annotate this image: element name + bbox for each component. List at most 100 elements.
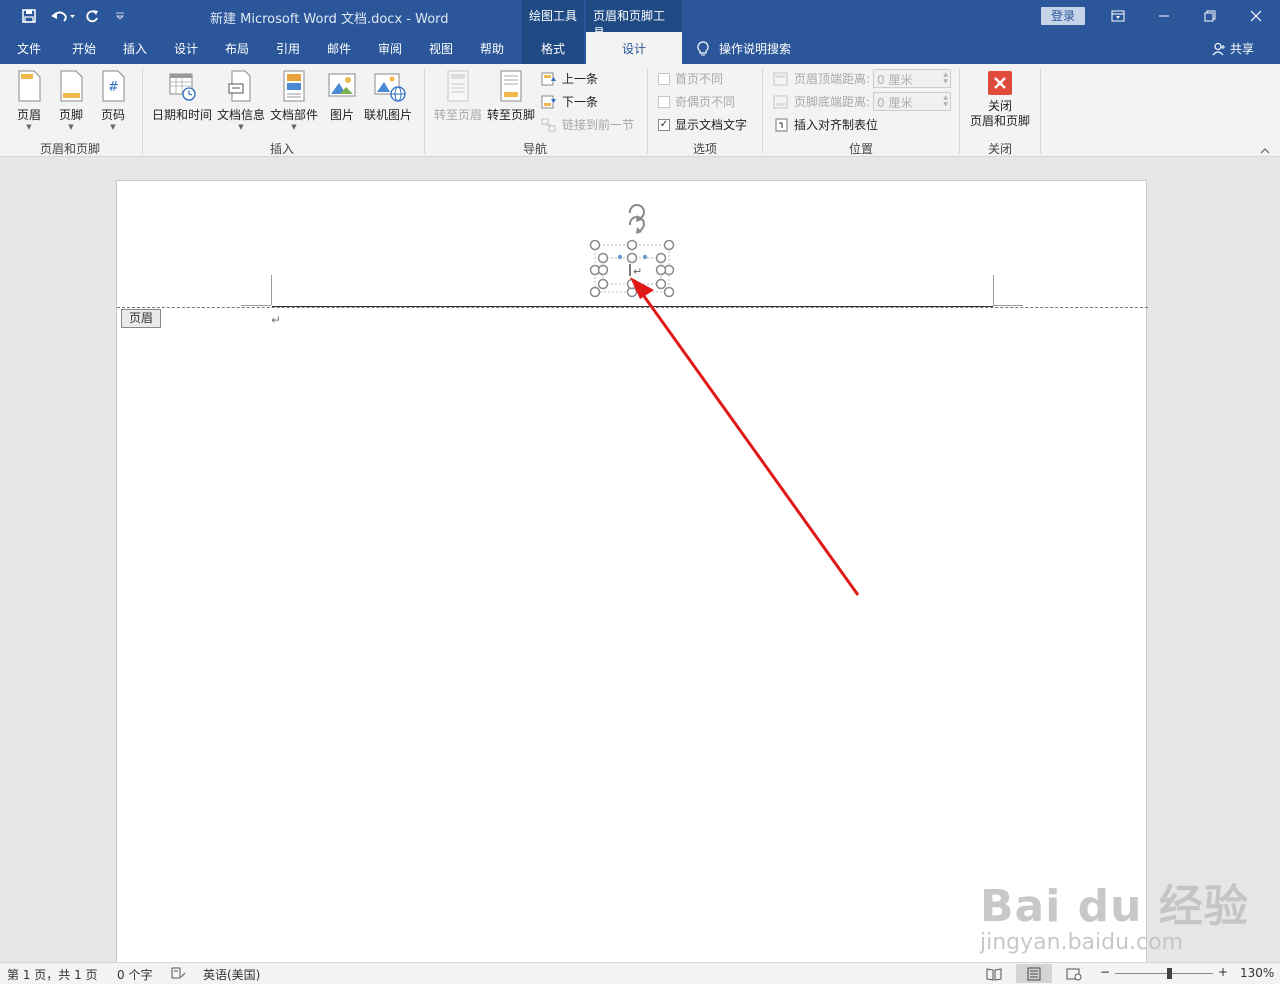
- tab-review[interactable]: 审阅: [378, 40, 402, 57]
- tab-insert[interactable]: 插入: [123, 40, 147, 57]
- proofing-icon[interactable]: [170, 966, 186, 983]
- undo-icon[interactable]: [48, 6, 78, 26]
- page-number-button[interactable]: # 页码 ▼: [94, 70, 132, 131]
- group-label-options: 选项: [692, 142, 717, 156]
- footer-position-icon: [773, 95, 788, 108]
- tab-view[interactable]: 视图: [429, 40, 453, 57]
- previous-section-button[interactable]: 上一条: [541, 70, 598, 87]
- different-odd-even-checkbox[interactable]: 奇偶页不同: [658, 93, 735, 110]
- header-position-icon: [773, 72, 788, 85]
- ribbon: 页眉 ▼ 页脚 ▼ # 页码 ▼ 页眉和页脚 日期和时间 文档信息 ▼ 文档部件: [0, 64, 1280, 157]
- chevron-down-icon: ▼: [291, 123, 297, 131]
- link-to-previous-button[interactable]: 链接到前一节: [541, 116, 634, 133]
- different-first-page-checkbox[interactable]: 首页不同: [658, 70, 723, 87]
- spin-arrows-icon[interactable]: ▲ ▼: [943, 94, 948, 108]
- different-first-page-label: 首页不同: [675, 72, 724, 86]
- insert-alignment-tab-button[interactable]: 插入对齐制表位: [775, 116, 878, 133]
- document-title: 新建 Microsoft Word 文档.docx - Word: [210, 12, 449, 27]
- date-time-button[interactable]: 日期和时间: [150, 70, 214, 123]
- tab-file[interactable]: 文件: [17, 40, 41, 57]
- document-info-button[interactable]: 文档信息 ▼: [216, 70, 266, 131]
- group-separator: [142, 68, 143, 154]
- share-label: 共享: [1230, 42, 1255, 56]
- save-icon[interactable]: [18, 6, 40, 26]
- tab-format[interactable]: 格式: [522, 32, 584, 64]
- goto-header-icon: [444, 70, 472, 102]
- minimize-icon[interactable]: [1141, 0, 1187, 32]
- footer-page-icon: [57, 70, 85, 102]
- footer-from-bottom-value: 0 厘米: [877, 96, 913, 110]
- word-count[interactable]: 0 个字: [117, 966, 152, 983]
- close-red-x-icon: [987, 70, 1013, 96]
- tab-references[interactable]: 引用: [276, 40, 300, 57]
- zoom-level[interactable]: 130%: [1240, 966, 1274, 980]
- group-label-header-footer: 页眉和页脚: [39, 142, 100, 156]
- baidu-watermark: Bai du 经验 jingyan.baidu.com: [980, 870, 1249, 955]
- zoom-out-icon[interactable]: −: [1100, 965, 1110, 979]
- ribbon-tabs: 文件 开始 插入 设计 布局 引用 邮件 审阅 视图 帮助 格式 设计 操作说明…: [0, 32, 1280, 64]
- check-mark-icon: ✓: [658, 118, 670, 131]
- close-window-icon[interactable]: [1233, 0, 1279, 32]
- chevron-down-icon: ▼: [26, 123, 32, 131]
- different-odd-even-label: 奇偶页不同: [675, 95, 736, 109]
- print-layout-icon[interactable]: [1016, 964, 1052, 983]
- goto-header-button[interactable]: 转至页眉: [432, 70, 484, 123]
- footer-button[interactable]: 页脚 ▼: [52, 70, 90, 131]
- language[interactable]: 英语(美国): [203, 966, 260, 983]
- share-button[interactable]: 共享: [1212, 40, 1254, 57]
- group-separator: [762, 68, 763, 154]
- quick-parts-button[interactable]: 文档部件 ▼: [268, 70, 320, 131]
- svg-text:#: #: [108, 80, 119, 95]
- zoom-in-icon[interactable]: +: [1218, 965, 1228, 979]
- checkbox-box: [658, 72, 670, 85]
- header-label: 页眉: [16, 108, 41, 122]
- tab-mailings[interactable]: 邮件: [327, 40, 351, 57]
- read-mode-icon[interactable]: [976, 964, 1012, 983]
- goto-header-label: 转至页眉: [433, 108, 482, 122]
- picture-icon: [328, 70, 356, 102]
- ribbon-display-options-icon[interactable]: [1095, 0, 1141, 32]
- zoom-slider-track[interactable]: [1115, 973, 1213, 974]
- tell-me-search[interactable]: 操作说明搜索: [697, 40, 791, 57]
- next-section-button[interactable]: 下一条: [541, 93, 598, 110]
- show-document-text-checkbox[interactable]: ✓ 显示文档文字: [658, 116, 747, 133]
- page-count[interactable]: 第 1 页，共 1 页: [7, 966, 98, 983]
- web-layout-icon[interactable]: [1056, 964, 1092, 983]
- date-time-label: 日期和时间: [151, 108, 212, 122]
- header-from-top-label-group: 页眉顶端距离:: [773, 70, 870, 87]
- header-button[interactable]: 页眉 ▼: [10, 70, 48, 131]
- online-picture-icon: [374, 70, 406, 102]
- redo-icon[interactable]: [82, 6, 102, 26]
- close-label-line2: 页眉和页脚: [969, 114, 1030, 128]
- margin-mark: [241, 305, 271, 306]
- goto-footer-button[interactable]: 转至页脚: [485, 70, 537, 123]
- margin-mark: [993, 305, 1023, 306]
- zoom-slider-thumb[interactable]: [1166, 968, 1172, 979]
- header-page-icon: [15, 70, 43, 102]
- annotation-arrow: [630, 277, 860, 596]
- title-bar: 新建 Microsoft Word 文档.docx - Word 绘图工具 页眉…: [0, 0, 1280, 40]
- customize-qat-icon[interactable]: [112, 6, 128, 26]
- header-from-top-input[interactable]: 0 厘米 ▲ ▼: [873, 69, 951, 88]
- status-bar: 第 1 页，共 1 页 0 个字 英语(美国) − + 130%: [0, 962, 1280, 984]
- alignment-tab-icon: [775, 118, 788, 131]
- tab-header-footer-design[interactable]: 设计: [586, 32, 682, 64]
- restore-icon[interactable]: [1187, 0, 1233, 32]
- document-area[interactable]: 页眉 ↵ ↵: [0, 157, 1280, 962]
- quick-parts-label: 文档部件: [269, 108, 318, 122]
- tab-layout[interactable]: 布局: [225, 40, 249, 57]
- footer-from-bottom-input[interactable]: 0 厘米 ▲ ▼: [873, 92, 951, 111]
- close-label-line1: 关闭: [987, 99, 1012, 113]
- margin-mark: [993, 275, 994, 305]
- tab-design[interactable]: 设计: [174, 40, 198, 57]
- header-tag: 页眉: [121, 309, 161, 328]
- collapse-ribbon-icon[interactable]: [1260, 146, 1270, 157]
- close-header-footer-button[interactable]: 关闭 页眉和页脚: [966, 70, 1034, 129]
- online-pictures-button[interactable]: 联机图片: [362, 70, 414, 123]
- group-label-position: 位置: [848, 142, 873, 156]
- pictures-button[interactable]: 图片: [326, 70, 358, 123]
- spin-arrows-icon[interactable]: ▲ ▼: [943, 71, 948, 85]
- tab-home[interactable]: 开始: [72, 40, 96, 57]
- tab-help[interactable]: 帮助: [480, 40, 504, 57]
- sign-in-button[interactable]: 登录: [1041, 7, 1085, 25]
